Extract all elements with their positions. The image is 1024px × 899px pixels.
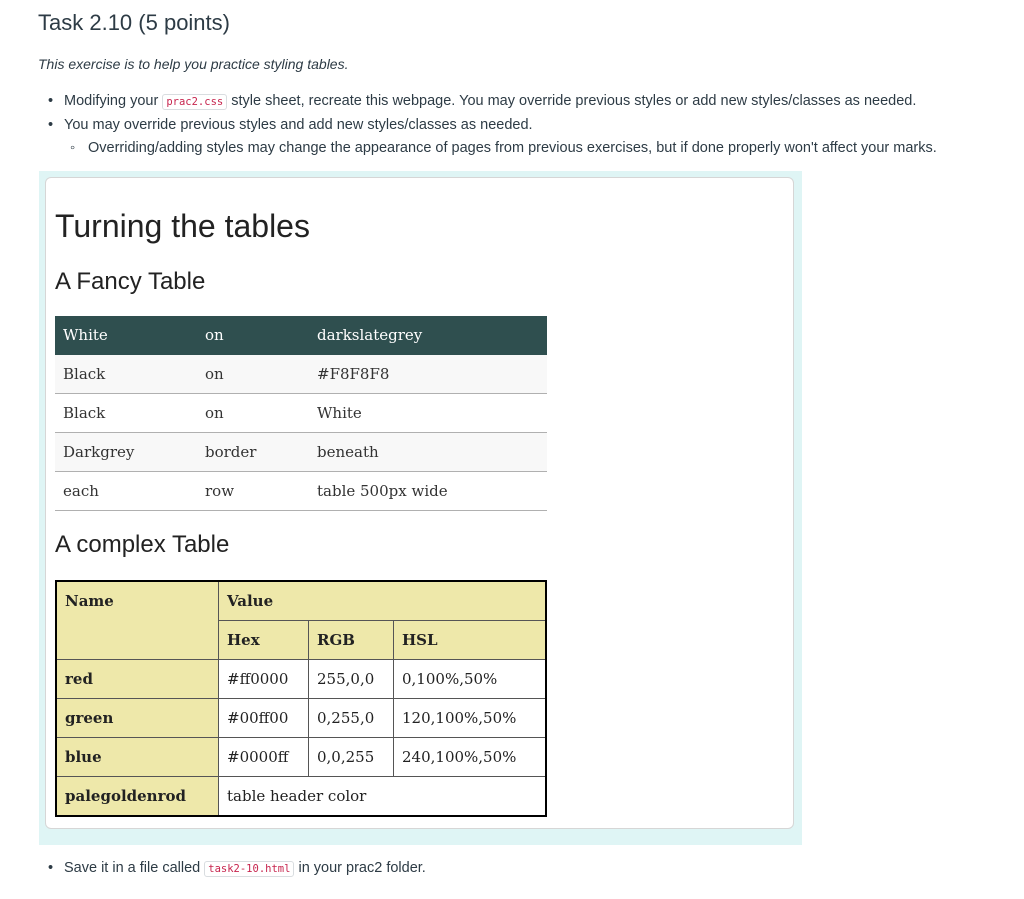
hsl-header: HSL: [393, 620, 547, 660]
table-cell: row: [197, 471, 309, 511]
table-cell: 0,255,0: [308, 698, 394, 738]
table-cell: #00ff00: [218, 698, 309, 738]
row-header: blue: [55, 737, 219, 777]
table-cell: #ff0000: [218, 659, 309, 699]
instruction-item: Modifying your prac2.css style sheet, re…: [38, 90, 937, 114]
table-cell: on: [197, 316, 309, 355]
table-row: each row table 500px wide: [55, 471, 547, 511]
save-instruction-list: Save it in a file called task2-10.html i…: [38, 857, 426, 881]
inline-code: task2-10.html: [204, 861, 295, 877]
complex-table-heading: A complex Table: [55, 531, 230, 558]
instruction-text: Overriding/adding styles may change the …: [88, 140, 937, 156]
table-cell: Darkgrey: [55, 432, 197, 472]
row-header: red: [55, 659, 219, 699]
rgb-header: RGB: [308, 620, 394, 660]
table-cell: each: [55, 471, 197, 511]
instruction-text: Modifying your: [64, 93, 163, 109]
row-header: green: [55, 698, 219, 738]
instruction-text: in your prac2 folder.: [294, 860, 426, 876]
table-cell: table header color: [218, 776, 547, 817]
instruction-text: style sheet, recreate this webpage. You …: [227, 93, 917, 109]
fancy-table: White on darkslategrey Black on #F8F8F8 …: [55, 316, 547, 511]
example-page: Turning the tables A Fancy Table White o…: [45, 177, 794, 829]
table-cell: 240,100%,50%: [393, 737, 547, 777]
table-cell: 0,0,255: [308, 737, 394, 777]
instruction-text: Save it in a file called: [64, 860, 205, 876]
table-cell: Black: [55, 354, 197, 394]
table-cell: 0,100%,50%: [393, 659, 547, 699]
task-title: Task 2.10 (5 points): [38, 10, 230, 35]
instruction-item: You may override previous styles and add…: [38, 114, 937, 137]
instruction-subitem: Overriding/adding styles may change the …: [38, 137, 937, 160]
hex-header: Hex: [218, 620, 309, 660]
table-row: blue #0000ff 0,0,255 240,100%,50%: [55, 737, 547, 777]
fancy-table-heading: A Fancy Table: [55, 268, 206, 295]
table-cell: Black: [55, 393, 197, 433]
example-heading: Turning the tables: [55, 208, 310, 244]
table-cell: darkslategrey: [309, 316, 547, 355]
name-header: Name: [55, 580, 219, 660]
complex-table: Name Value Hex RGB HSL red #ff0000 255,0…: [55, 580, 547, 817]
instruction-text: You may override previous styles and add…: [64, 117, 533, 133]
table-cell: White: [309, 393, 547, 433]
table-row: Black on White: [55, 393, 547, 433]
instruction-item: Save it in a file called task2-10.html i…: [38, 857, 426, 881]
table-cell: 120,100%,50%: [393, 698, 547, 738]
task-intro: This exercise is to help you practice st…: [38, 56, 349, 72]
table-cell: White: [55, 316, 197, 355]
instruction-list: Modifying your prac2.css style sheet, re…: [38, 90, 937, 160]
example-frame: Turning the tables A Fancy Table White o…: [39, 171, 802, 845]
table-cell: #0000ff: [218, 737, 309, 777]
row-header: palegoldenrod: [55, 776, 219, 817]
table-row: Darkgrey border beneath: [55, 432, 547, 472]
table-row: White on darkslategrey: [55, 316, 547, 355]
table-row: Name Value: [55, 580, 547, 660]
table-cell: on: [197, 354, 309, 394]
table-cell: border: [197, 432, 309, 472]
table-cell: #F8F8F8: [309, 354, 547, 394]
table-cell: 255,0,0: [308, 659, 394, 699]
table-cell: table 500px wide: [309, 471, 547, 511]
table-cell: beneath: [309, 432, 547, 472]
table-row: palegoldenrod table header color: [55, 776, 547, 817]
table-row: green #00ff00 0,255,0 120,100%,50%: [55, 698, 547, 738]
value-header: Value: [218, 580, 547, 621]
inline-code: prac2.css: [162, 94, 228, 110]
table-row: Black on #F8F8F8: [55, 354, 547, 394]
table-cell: on: [197, 393, 309, 433]
table-row: red #ff0000 255,0,0 0,100%,50%: [55, 659, 547, 699]
